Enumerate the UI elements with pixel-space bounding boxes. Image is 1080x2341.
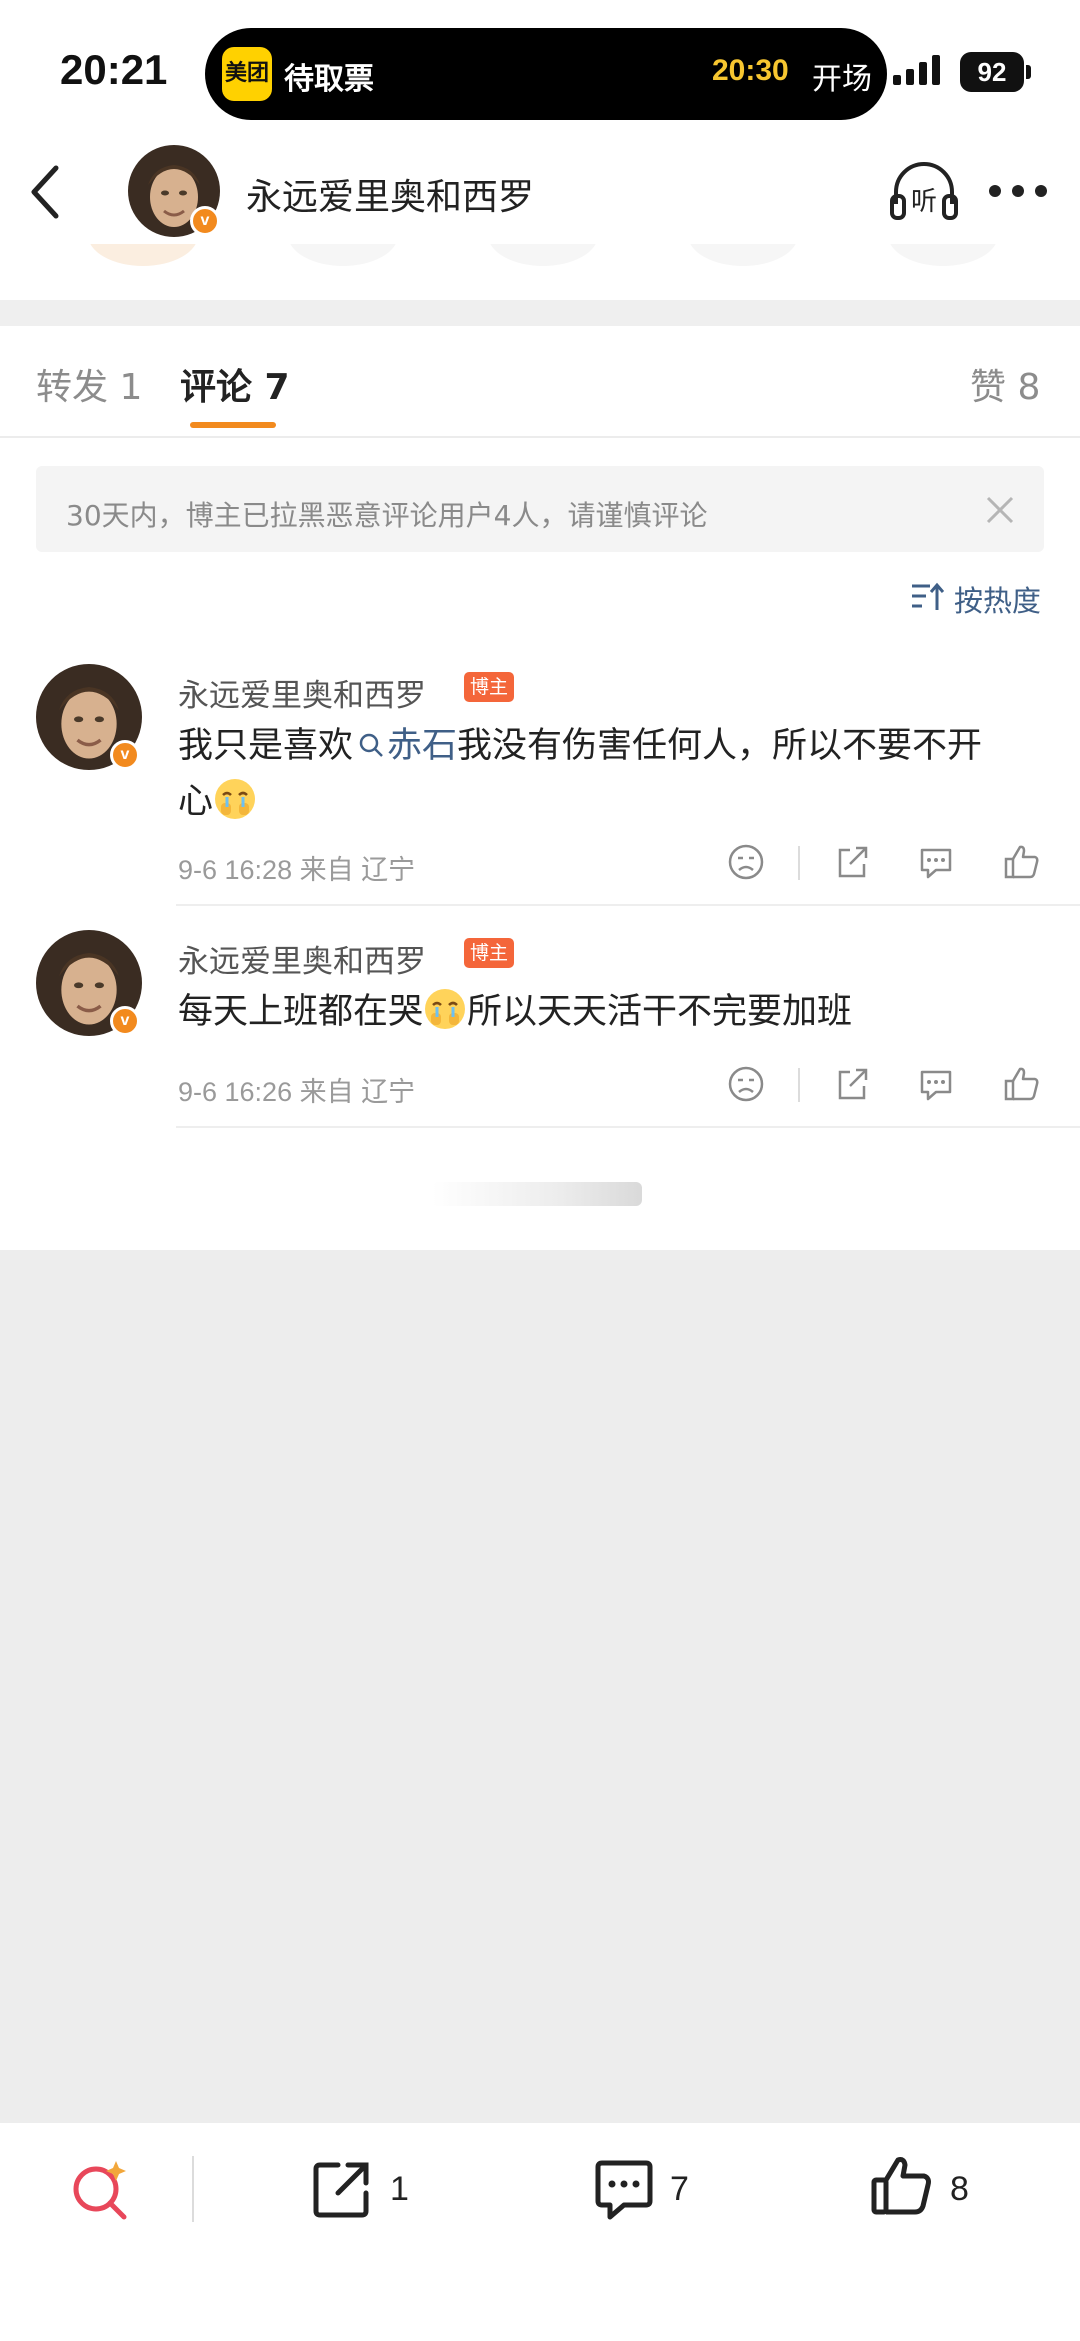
comment-divider	[176, 904, 1080, 906]
island-start-time: 20:30	[712, 54, 789, 87]
crying-emoji-icon	[425, 989, 466, 1029]
comment-icon[interactable]	[590, 2155, 658, 2223]
status-time: 20:21	[60, 46, 168, 93]
search-icon	[359, 733, 383, 757]
dislike-icon[interactable]	[726, 842, 766, 882]
listen-label: 听	[911, 187, 937, 217]
reply-icon[interactable]	[916, 1064, 956, 1104]
header-strip	[0, 244, 1080, 270]
close-icon[interactable]	[984, 494, 1016, 526]
meituan-logo: 美团	[222, 47, 272, 101]
action-divider	[798, 1068, 800, 1102]
verified-icon: v	[190, 206, 220, 236]
toolbar-divider	[192, 2156, 194, 2222]
active-tab-indicator	[190, 422, 276, 428]
island-start-label: 开场	[812, 62, 872, 97]
tab-like[interactable]: 赞 8	[970, 358, 1040, 410]
battery-level: 92	[960, 52, 1024, 92]
battery-icon: 92	[960, 52, 1032, 92]
share-icon[interactable]	[832, 842, 872, 882]
sort-label: 按热度	[954, 584, 1042, 618]
headphone-icon[interactable]: 听	[888, 160, 960, 222]
sort-button[interactable]: 按热度	[910, 578, 1050, 618]
crying-emoji-icon	[215, 779, 256, 819]
tab-comment[interactable]: 评论 7	[180, 358, 290, 410]
comment-meta: 9-6 16:28 来自 辽宁	[178, 855, 416, 885]
loading-indicator	[432, 1182, 642, 1206]
tab-repost[interactable]: 转发 1	[36, 358, 142, 410]
page-title: 永远爱里奥和西罗	[246, 177, 535, 218]
signal-icon	[893, 55, 940, 85]
comment-count: 7	[670, 2170, 689, 2208]
comment-author[interactable]: 永远爱里奥和西罗	[178, 936, 426, 981]
comment-text: 每天上班都在哭 所以天天活干不完要加班	[178, 984, 1058, 1040]
repost-count: 1	[390, 2170, 409, 2208]
like-icon[interactable]	[868, 2152, 936, 2220]
host-badge: 博主	[464, 672, 514, 702]
tab-divider	[0, 436, 1080, 438]
action-divider	[798, 846, 800, 880]
section-divider	[0, 300, 1080, 326]
share-icon[interactable]	[308, 2155, 376, 2223]
verified-icon: v	[110, 740, 140, 770]
notice-text: 30天内，博主已拉黑恶意评论用户4人，请谨慎评论	[66, 499, 708, 532]
like-icon[interactable]	[1002, 1064, 1042, 1104]
island-ticket-status: 待取票	[284, 62, 374, 97]
sort-icon	[912, 582, 944, 610]
comment-text: 我只是喜欢 赤石我没有伤害任何人，所以不要不开 心	[178, 726, 983, 822]
share-icon[interactable]	[832, 1064, 872, 1104]
dislike-icon[interactable]	[726, 1064, 766, 1104]
topic-link[interactable]: 赤石	[353, 726, 457, 766]
comment-divider	[176, 1126, 1080, 1128]
host-badge: 博主	[464, 938, 514, 968]
ai-search-icon[interactable]	[66, 2155, 134, 2223]
comment-meta: 9-6 16:26 来自 辽宁	[178, 1077, 416, 1107]
comment-author[interactable]: 永远爱里奥和西罗	[178, 670, 426, 715]
verified-icon: v	[110, 1006, 140, 1036]
more-icon[interactable]	[988, 184, 1048, 198]
like-count: 8	[950, 2170, 969, 2208]
like-icon[interactable]	[1002, 842, 1042, 882]
reply-icon[interactable]	[916, 842, 956, 882]
back-icon[interactable]	[24, 160, 64, 224]
empty-area	[0, 1250, 1080, 2123]
